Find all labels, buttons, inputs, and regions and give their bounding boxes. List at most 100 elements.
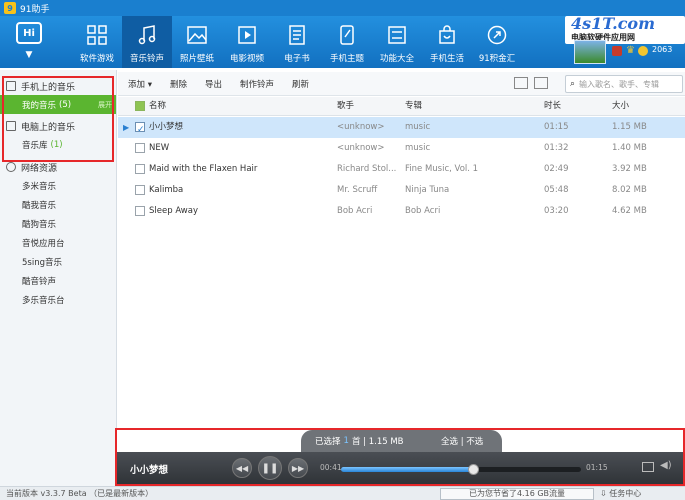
sidebar-item-label: 我的音乐 (22, 100, 57, 111)
toolbar: 添加 ▾ 删除 导出 制作铃声 刷新 ⌕ (118, 72, 685, 96)
nav-tools[interactable]: 功能大全 (372, 16, 422, 68)
sidebar-item-online[interactable]: 酷音铃声 (0, 271, 116, 290)
song-artist: <unknow> (337, 122, 385, 132)
nav-label: 手机生活 (429, 54, 464, 64)
next-button[interactable]: ▶▶ (288, 458, 308, 478)
phone-icon (6, 81, 16, 91)
song-size: 3.92 MB (612, 164, 647, 174)
status-bar: 当前版本 v3.3.7 Beta （已是最新版本） 已为您节省了4.16 GB流… (0, 486, 685, 500)
row-checkbox[interactable] (135, 185, 145, 195)
table-row[interactable]: ▶ 小小梦想 <unknow> music 01:15 1.15 MB (118, 117, 685, 138)
row-checkbox[interactable] (135, 164, 145, 174)
music-note-icon (136, 24, 158, 46)
sidebar-item-online[interactable]: 酷狗音乐 (0, 214, 116, 233)
nav-life[interactable]: 手机生活 (422, 16, 472, 68)
sidebar-group-online[interactable]: 网络资源 (0, 158, 116, 176)
crown-icon[interactable]: ♛ (626, 46, 636, 56)
song-size: 8.02 MB (612, 185, 647, 195)
table-row[interactable]: Maid with the Flaxen Hair Richard Stol..… (118, 159, 685, 180)
sidebar-item-label: 多乐音乐台 (22, 295, 65, 306)
song-name: Sleep Away (149, 206, 198, 216)
column-header-name[interactable]: 名称 (149, 97, 329, 116)
previous-button[interactable]: ◀◀ (232, 458, 252, 478)
table-row[interactable]: Kalimba Mr. Scruff Ninja Tuna 05:48 8.02… (118, 180, 685, 201)
hi-menu-button[interactable]: Hi ▼ (4, 22, 54, 66)
sidebar-item-label: 5sing音乐 (22, 257, 62, 268)
chevron-down-icon: ▾ (147, 79, 152, 90)
sidebar-group-pc-music[interactable]: 电脑上的音乐 (0, 117, 116, 135)
sidebar-item-online[interactable]: 酷我音乐 (0, 195, 116, 214)
nav-ebooks[interactable]: 电子书 (272, 16, 322, 68)
photo-icon (186, 24, 208, 46)
grid-view-icon[interactable] (534, 77, 548, 89)
sidebar-item-online[interactable]: 音悦应用台 (0, 233, 116, 252)
watermark-main-text: 4s1T.com (571, 14, 656, 33)
table-row[interactable]: NEW <unknow> music 01:32 1.40 MB (118, 138, 685, 159)
song-album: Ninja Tuna (405, 185, 450, 195)
rewind-icon: ◀◀ (235, 463, 249, 473)
nav-label: 照片壁纸 (179, 54, 214, 64)
nav-coins[interactable]: 91积金汇 (472, 16, 522, 68)
nav-apps[interactable]: 软件游戏 (72, 16, 122, 68)
avatar[interactable] (574, 40, 606, 64)
export-button[interactable]: 导出 (205, 78, 222, 90)
column-header-album[interactable]: 专辑 (405, 97, 535, 116)
column-header-size[interactable]: 大小 (612, 97, 672, 116)
selection-prefix: 已选择 (315, 437, 341, 447)
task-center-button[interactable]: ⇩ 任务中心 (600, 488, 641, 499)
pause-button[interactable]: ❚❚ (258, 456, 282, 480)
sidebar-item-online[interactable]: 多米音乐 (0, 176, 116, 195)
song-size: 1.40 MB (612, 143, 647, 153)
select-all-checkbox[interactable] (135, 101, 145, 111)
chevron-down-icon: ▼ (25, 50, 33, 60)
song-album: Fine Music, Vol. 1 (405, 164, 479, 174)
song-artist: Richard Stol... (337, 164, 397, 174)
select-all-toggle[interactable]: 全选 | 不选 (441, 435, 483, 447)
row-checkbox[interactable] (135, 143, 145, 153)
vip-icon[interactable] (612, 46, 622, 56)
refresh-button[interactable]: 刷新 (292, 78, 309, 90)
nav-themes[interactable]: 手机主题 (322, 16, 372, 68)
table-row[interactable]: Sleep Away Bob Acri Bob Acri 03:20 4.62 … (118, 201, 685, 222)
sidebar-item-online[interactable]: 多乐音乐台 (0, 290, 116, 309)
song-duration: 01:15 (544, 122, 569, 132)
search-box: ⌕ (565, 75, 683, 93)
add-button[interactable]: 添加 ▾ (128, 78, 152, 90)
search-input[interactable] (579, 79, 678, 89)
song-name: Maid with the Flaxen Hair (149, 164, 258, 174)
song-name: 小小梦想 (149, 122, 184, 132)
column-header-artist[interactable]: 歌手 (337, 97, 402, 116)
progress-fill (341, 467, 473, 472)
make-ringtone-button[interactable]: 制作铃声 (240, 78, 274, 90)
sidebar-item-library[interactable]: 音乐库 (1) (0, 135, 116, 154)
globe-icon (6, 162, 16, 172)
expand-link[interactable]: 展开 (98, 100, 112, 110)
progress-slider[interactable] (341, 464, 581, 475)
screen-icon[interactable] (642, 462, 654, 472)
points-count: 2063 (652, 45, 673, 54)
song-duration: 02:49 (544, 164, 569, 174)
toolbox-icon (386, 24, 408, 46)
sidebar-item-online[interactable]: 5sing音乐 (0, 252, 116, 271)
computer-icon (6, 121, 16, 131)
nav-photos[interactable]: 照片壁纸 (172, 16, 222, 68)
nav-music[interactable]: 音乐铃声 (122, 16, 172, 68)
row-checkbox[interactable] (135, 206, 145, 216)
delete-button[interactable]: 删除 (170, 78, 187, 90)
song-artist: <unknow> (337, 143, 385, 153)
progress-knob[interactable] (468, 464, 479, 475)
nav-label: 手机主题 (329, 54, 364, 64)
sidebar-item-my-music[interactable]: 我的音乐 (5) 展开 (0, 95, 116, 114)
column-header-duration[interactable]: 时长 (544, 97, 594, 116)
nav-videos[interactable]: 电影视频 (222, 16, 272, 68)
sidebar-group-label: 电脑上的音乐 (21, 122, 76, 133)
row-checkbox[interactable] (135, 122, 145, 132)
song-artist: Bob Acri (337, 206, 373, 216)
volume-icon[interactable]: ◀) (660, 460, 672, 471)
list-view-icon[interactable] (514, 77, 528, 89)
selection-unit: 首 | 1.15 MB (351, 437, 404, 447)
sidebar-group-phone-music[interactable]: 手机上的音乐 (0, 77, 116, 95)
nav-label: 91积金汇 (478, 54, 516, 64)
music-player: 已选择 1 首 | 1.15 MB 全选 | 不选 小小梦想 ◀◀ ❚❚ ▶▶ … (116, 428, 685, 486)
pause-icon: ❚❚ (261, 462, 279, 474)
